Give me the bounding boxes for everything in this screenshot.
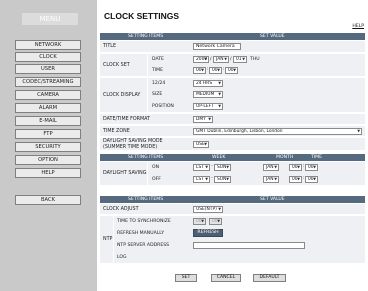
nav-camera-button[interactable]: CAMERA xyxy=(15,90,81,100)
dst-col-items: SETTING ITEMS xyxy=(128,155,164,160)
cancel-button[interactable]: CANCEL xyxy=(211,274,241,282)
nav-ftp-button[interactable]: FTP xyxy=(15,129,81,139)
page-title: CLOCK SETTINGS xyxy=(104,11,180,21)
size-label: SIZE xyxy=(152,92,163,97)
log-label: LOG xyxy=(117,255,127,260)
dst-group-label: DAYLIGHT SAVING xyxy=(103,171,147,176)
ntp-group-label: NTP xyxy=(103,237,113,242)
menu-title: MENU xyxy=(22,13,78,25)
settings-header: SETTING ITEMS SET VALUE xyxy=(100,33,365,40)
clock-adjust-row: CLOCK ADJUST USE(NTP) xyxy=(100,204,365,215)
hour-format-select[interactable]: 24 HRS xyxy=(193,80,223,87)
nav-network-button[interactable]: NETWORK xyxy=(15,40,81,50)
nav-alarm-button[interactable]: ALARM xyxy=(15,103,81,113)
display-size-select[interactable]: MEDIUM xyxy=(193,91,223,98)
nav-help-button[interactable]: HELP xyxy=(15,168,81,178)
ntp-header: SETTING ITEMS SET VALUE xyxy=(100,196,365,203)
dst-mode-label-2: (SUMMER TIME MODE) xyxy=(103,145,158,150)
col-set-value: SET VALUE xyxy=(260,34,285,39)
clock-set-row: CLOCK SET DATE 2009 / JAN / 01 THU TIME … xyxy=(100,54,365,77)
format-label: 12/24 xyxy=(152,81,166,86)
date-month-select[interactable]: JAN xyxy=(213,56,229,63)
nav-user-button[interactable]: USER xyxy=(15,64,81,74)
nav-option-button[interactable]: OPTION xyxy=(15,155,81,165)
dst-on-month-select[interactable]: JAN xyxy=(263,164,279,171)
clock-adjust-label: CLOCK ADJUST xyxy=(103,207,139,212)
sidebar: MENU NETWORK CLOCK USER CODEC/STREAMING … xyxy=(0,0,97,291)
dst-on-hour-select[interactable]: 00 xyxy=(289,164,302,171)
nav-email-button[interactable]: E-MAIL xyxy=(15,116,81,126)
title-label: TITLE xyxy=(103,44,116,49)
title-row: TITLE Network Camera xyxy=(100,41,365,53)
dst-col-week: WEEK xyxy=(212,155,226,160)
sync-time-label: TIME TO SYNCHRONIZE xyxy=(117,219,171,224)
dst-off-hour-select[interactable]: 00 xyxy=(289,176,302,183)
dst-off-label: OFF xyxy=(152,177,161,182)
time-label: TIME xyxy=(152,68,164,73)
timezone-select[interactable]: GMT Dublin, Edinburgh, Lisbon, London xyxy=(193,128,362,135)
date-format-select[interactable]: DMY xyxy=(193,116,213,123)
nav-clock-button[interactable]: CLOCK xyxy=(15,52,81,62)
ntp-group-row: NTP TIME TO SYNCHRONIZE 00 : 00 REFRESH … xyxy=(100,216,365,264)
refresh-button[interactable]: REFRESH xyxy=(193,229,223,237)
dst-mode-label: DAYLIGHT SAVING MODE xyxy=(103,139,163,144)
dst-col-month: MONTH xyxy=(276,155,294,160)
date-format-label: DATE/TIME FORMAT xyxy=(103,117,150,122)
title-input[interactable]: Network Camera xyxy=(193,43,241,50)
display-position-select[interactable]: UP-LEFT xyxy=(193,103,223,110)
clock-adjust-select[interactable]: USE(NTP) xyxy=(193,206,223,213)
date-year-select[interactable]: 2009 xyxy=(193,56,209,63)
position-label: POSITION xyxy=(152,104,174,109)
clock-display-label: CLOCK DISPLAY xyxy=(103,93,141,98)
dst-schedule-row: DAYLIGHT SAVING ON LST - SUN JAN 00 : 00… xyxy=(100,162,365,186)
dst-on-minute-select[interactable]: 00 xyxy=(305,164,318,171)
timezone-label: TIME ZONE xyxy=(103,129,130,134)
time-minute-select[interactable]: 00 xyxy=(209,67,222,74)
back-button[interactable]: BACK xyxy=(15,195,81,205)
ntp-server-label: NTP SERVER ADDRESS xyxy=(117,243,170,248)
sync-hour-select[interactable]: 00 xyxy=(193,218,206,225)
dst-mode-row: DAYLIGHT SAVING MODE (SUMMER TIME MODE) … xyxy=(100,138,365,151)
log-value xyxy=(193,254,305,261)
dst-off-week-select[interactable]: LST xyxy=(193,176,210,183)
date-weekday: THU xyxy=(250,57,260,62)
nav-codec-streaming-button[interactable]: CODEC/STREAMING xyxy=(15,77,81,87)
main-panel: CLOCK SETTINGS HELP SETTING ITEMS SET VA… xyxy=(98,0,368,291)
clock-display-row: CLOCK DISPLAY 12/24 24 HRS SIZE MEDIUM P… xyxy=(100,78,365,113)
timezone-row: TIME ZONE GMT Dublin, Edinburgh, Lisbon,… xyxy=(100,126,365,137)
dst-header: SETTING ITEMS WEEK MONTH TIME xyxy=(100,154,365,161)
dst-off-month-select[interactable]: JAN xyxy=(263,176,279,183)
clock-set-label: CLOCK SET xyxy=(103,63,130,68)
col-setting-items: SETTING ITEMS xyxy=(128,34,164,39)
date-format-row: DATE/TIME FORMAT DMY xyxy=(100,114,365,125)
dst-off-day-select[interactable]: SUN xyxy=(214,176,231,183)
ntp-col-value: SET VALUE xyxy=(260,197,285,202)
refresh-label: REFRESH MANUALLY xyxy=(117,231,165,236)
dst-mode-select[interactable]: USE xyxy=(193,141,209,148)
dst-on-day-select[interactable]: SUN xyxy=(214,164,231,171)
date-day-select[interactable]: 01 xyxy=(233,56,247,63)
ntp-col-items: SETTING ITEMS xyxy=(128,197,164,202)
set-button[interactable]: SET xyxy=(175,274,197,282)
dst-on-week-select[interactable]: LST xyxy=(193,164,210,171)
date-label: DATE xyxy=(152,57,164,62)
ntp-server-input[interactable] xyxy=(193,242,305,249)
default-button[interactable]: DEFAULT xyxy=(253,274,286,282)
help-link[interactable]: HELP xyxy=(352,24,364,29)
time-second-select[interactable]: 00 xyxy=(225,67,238,74)
dst-col-time: TIME xyxy=(311,155,323,160)
time-hour-select[interactable]: 00 xyxy=(193,67,206,74)
dst-off-minute-select[interactable]: 00 xyxy=(305,176,318,183)
sync-minute-select[interactable]: 00 xyxy=(209,218,222,225)
dst-on-label: ON xyxy=(152,165,160,170)
nav-security-button[interactable]: SECURITY xyxy=(15,142,81,152)
